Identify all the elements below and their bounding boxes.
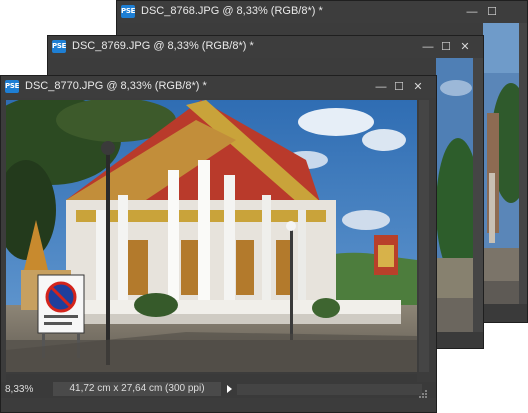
image-canvas[interactable]	[436, 58, 474, 332]
close-icon[interactable]: ✕	[458, 40, 472, 54]
resize-grip-icon[interactable]	[418, 386, 428, 398]
title-bar[interactable]: PSE DSC_8769.JPG @ 8,33% (RGB/8*) * — ☐ …	[48, 36, 483, 58]
pse-app-icon: PSE	[5, 80, 19, 93]
title-bar[interactable]: PSE DSC_8770.JPG @ 8,33% (RGB/8*) * — ☐ …	[1, 76, 436, 98]
vertical-scrollbar[interactable]	[519, 23, 527, 306]
pse-app-icon: PSE	[121, 5, 135, 18]
document-title: DSC_8770.JPG @ 8,33% (RGB/8*) *	[25, 80, 207, 92]
vertical-scrollbar[interactable]	[419, 100, 429, 372]
temple-photo	[6, 100, 417, 372]
document-title: DSC_8768.JPG @ 8,33% (RGB/8*) *	[141, 5, 323, 17]
minimize-icon[interactable]: —	[465, 5, 479, 19]
status-menu-arrow-icon[interactable]	[227, 385, 232, 393]
minimize-icon[interactable]: —	[421, 40, 435, 54]
minimize-icon[interactable]: —	[374, 80, 388, 94]
document-title: DSC_8769.JPG @ 8,33% (RGB/8*) *	[72, 40, 254, 52]
document-size: 41,72 cm x 27,64 cm (300 ppi)	[53, 382, 221, 396]
status-bar-track	[237, 384, 422, 395]
maximize-icon[interactable]: ☐	[392, 80, 406, 94]
maximize-icon[interactable]: ☐	[439, 40, 453, 54]
title-bar[interactable]: PSE DSC_8768.JPG @ 8,33% (RGB/8*) * — ☐	[117, 1, 527, 23]
vertical-scrollbar[interactable]	[473, 58, 483, 332]
temple-photo-right-edge	[483, 23, 521, 306]
document-window-dsc-8770[interactable]: PSE DSC_8770.JPG @ 8,33% (RGB/8*) * — ☐ …	[0, 75, 437, 413]
pse-app-icon: PSE	[52, 40, 66, 53]
maximize-icon[interactable]: ☐	[485, 5, 499, 19]
status-bar: 8,33% 41,72 cm x 27,64 cm (300 ppi)	[1, 382, 436, 398]
image-canvas[interactable]	[483, 23, 521, 306]
image-canvas[interactable]	[6, 100, 417, 372]
temple-photo-right-edge	[436, 58, 474, 332]
close-icon[interactable]: ✕	[411, 80, 425, 94]
zoom-level[interactable]: 8,33%	[5, 384, 33, 395]
